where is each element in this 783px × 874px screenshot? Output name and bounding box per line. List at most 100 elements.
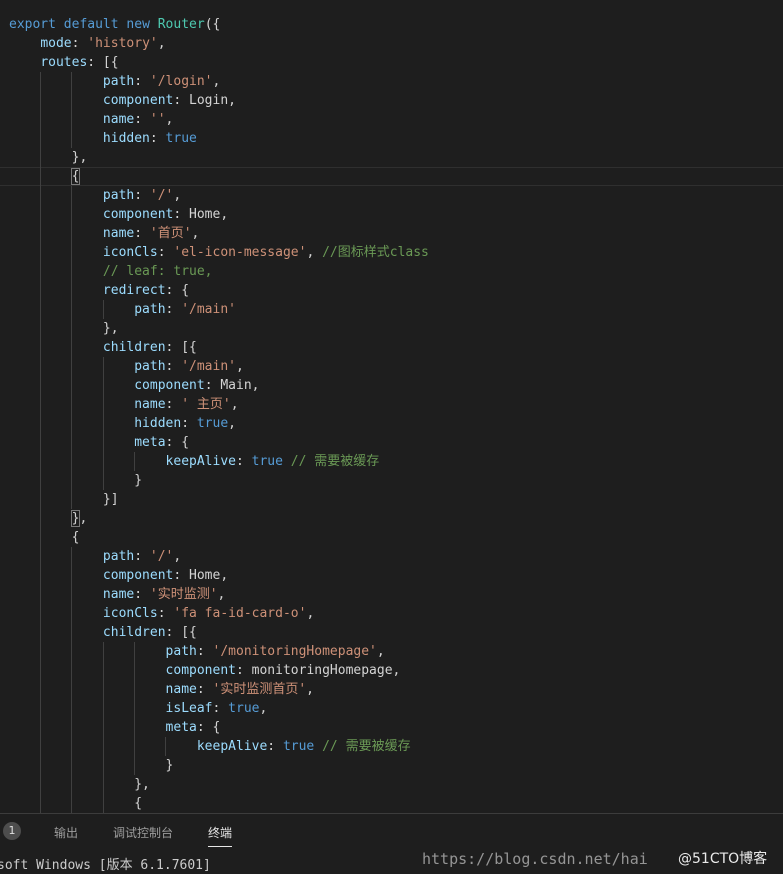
code-token: Router <box>157 17 205 32</box>
code-line[interactable]: export default new Router({ <box>0 15 783 34</box>
code-token: , <box>259 701 268 716</box>
code-token: path <box>134 359 166 374</box>
code-line[interactable]: name: '实时监测首页', <box>0 680 783 699</box>
code-token: // 需要被缓存 <box>322 739 411 754</box>
code-line[interactable]: hidden: true <box>0 129 783 148</box>
terminal-output-line[interactable]: soft Windows [版本 6.1.7601] <box>0 858 783 874</box>
tab-output[interactable]: 输出 <box>54 824 78 846</box>
code-line[interactable]: path: '/main' <box>0 300 783 319</box>
code-token: component <box>102 207 174 222</box>
code-line-text: } <box>9 756 174 775</box>
code-line[interactable]: }, <box>0 148 783 167</box>
code-line[interactable]: iconCls: 'fa fa-id-card-o', <box>0 604 783 623</box>
code-line-text: { <box>9 794 142 813</box>
code-line[interactable]: } <box>0 471 783 490</box>
code-token: : { <box>196 720 221 735</box>
code-token: component <box>102 568 174 583</box>
code-token: : <box>267 739 283 754</box>
code-token: , <box>212 74 221 89</box>
code-line[interactable]: }, <box>0 775 783 794</box>
code-token: , <box>157 36 166 51</box>
code-line[interactable]: mode: 'history', <box>0 34 783 53</box>
code-line[interactable]: meta: { <box>0 433 783 452</box>
code-token: }] <box>9 492 119 507</box>
code-token: true <box>282 739 315 754</box>
code-token: } <box>9 758 174 773</box>
tab-terminal[interactable]: 终端 <box>208 824 233 847</box>
code-line[interactable]: }] <box>0 490 783 509</box>
code-token: component <box>102 93 174 108</box>
code-line[interactable]: }, <box>0 509 783 528</box>
code-line[interactable]: component: Main, <box>0 376 783 395</box>
code-line[interactable]: component: Login, <box>0 91 783 110</box>
code-line[interactable]: children: [{ <box>0 623 783 642</box>
code-token: meta <box>134 435 166 450</box>
code-line[interactable]: name: '', <box>0 110 783 129</box>
code-line[interactable]: } <box>0 756 783 775</box>
code-token: : <box>149 131 166 146</box>
code-line[interactable]: name: '首页', <box>0 224 783 243</box>
code-line[interactable]: name: '实时监测', <box>0 585 783 604</box>
code-line[interactable]: meta: { <box>0 718 783 737</box>
code-token: : <box>157 606 174 621</box>
code-line[interactable]: { <box>0 528 783 547</box>
code-line[interactable]: iconCls: 'el-icon-message', //图标样式class <box>0 243 783 262</box>
code-line[interactable]: component: monitoringHomepage, <box>0 661 783 680</box>
code-line-text: path: '/', <box>9 186 181 205</box>
code-token: '' <box>149 112 166 127</box>
code-line-text: path: '/monitoringHomepage', <box>9 642 385 661</box>
code-line[interactable]: name: ' 主页', <box>0 395 783 414</box>
code-line[interactable]: path: '/login', <box>0 72 783 91</box>
code-token: iconCls <box>102 245 158 260</box>
code-line[interactable]: keepAlive: true // 需要被缓存 <box>0 737 783 756</box>
code-line[interactable]: { <box>0 167 783 186</box>
code-token: '实时监测' <box>149 587 218 602</box>
code-token: isLeaf <box>165 701 213 716</box>
code-line[interactable]: hidden: true, <box>0 414 783 433</box>
code-token: meta <box>165 720 197 735</box>
code-line[interactable]: component: Home, <box>0 566 783 585</box>
code-line[interactable]: redirect: { <box>0 281 783 300</box>
code-line[interactable]: isLeaf: true, <box>0 699 783 718</box>
code-line[interactable]: }, <box>0 319 783 338</box>
code-line[interactable]: path: '/main', <box>0 357 783 376</box>
code-line[interactable]: path: '/monitoringHomepage', <box>0 642 783 661</box>
code-line-text: redirect: { <box>9 281 189 300</box>
code-editor[interactable]: export default new Router({ mode: 'histo… <box>0 0 783 813</box>
panel-tab-bar: 1 输出 调试控制台 终端 <box>0 814 783 850</box>
code-line[interactable]: // leaf: true, <box>0 262 783 281</box>
code-line-text: hidden: true, <box>9 414 236 433</box>
code-token: true <box>165 131 197 146</box>
code-line[interactable]: path: '/', <box>0 186 783 205</box>
code-token: path <box>102 188 135 203</box>
code-token: name <box>165 682 197 697</box>
code-line[interactable]: children: [{ <box>0 338 783 357</box>
code-token: keepAlive <box>165 454 236 469</box>
code-token: redirect <box>102 283 166 298</box>
problems-count-badge[interactable]: 1 <box>3 822 21 840</box>
code-line[interactable]: path: '/', <box>0 547 783 566</box>
tab-debug-console[interactable]: 调试控制台 <box>113 824 173 846</box>
code-line[interactable]: routes: [{ <box>0 53 783 72</box>
code-line[interactable]: component: Home, <box>0 205 783 224</box>
code-line[interactable]: keepAlive: true // 需要被缓存 <box>0 452 783 471</box>
code-token: hidden <box>134 416 182 431</box>
code-token: component <box>134 378 205 393</box>
code-line-text: name: '实时监测首页', <box>9 680 314 699</box>
code-token: // 需要被缓存 <box>290 454 380 469</box>
code-token: '首页' <box>149 226 192 241</box>
code-token: '/' <box>149 549 174 564</box>
code-line-text: component: Login, <box>9 91 236 110</box>
code-line[interactable]: { <box>0 794 783 813</box>
